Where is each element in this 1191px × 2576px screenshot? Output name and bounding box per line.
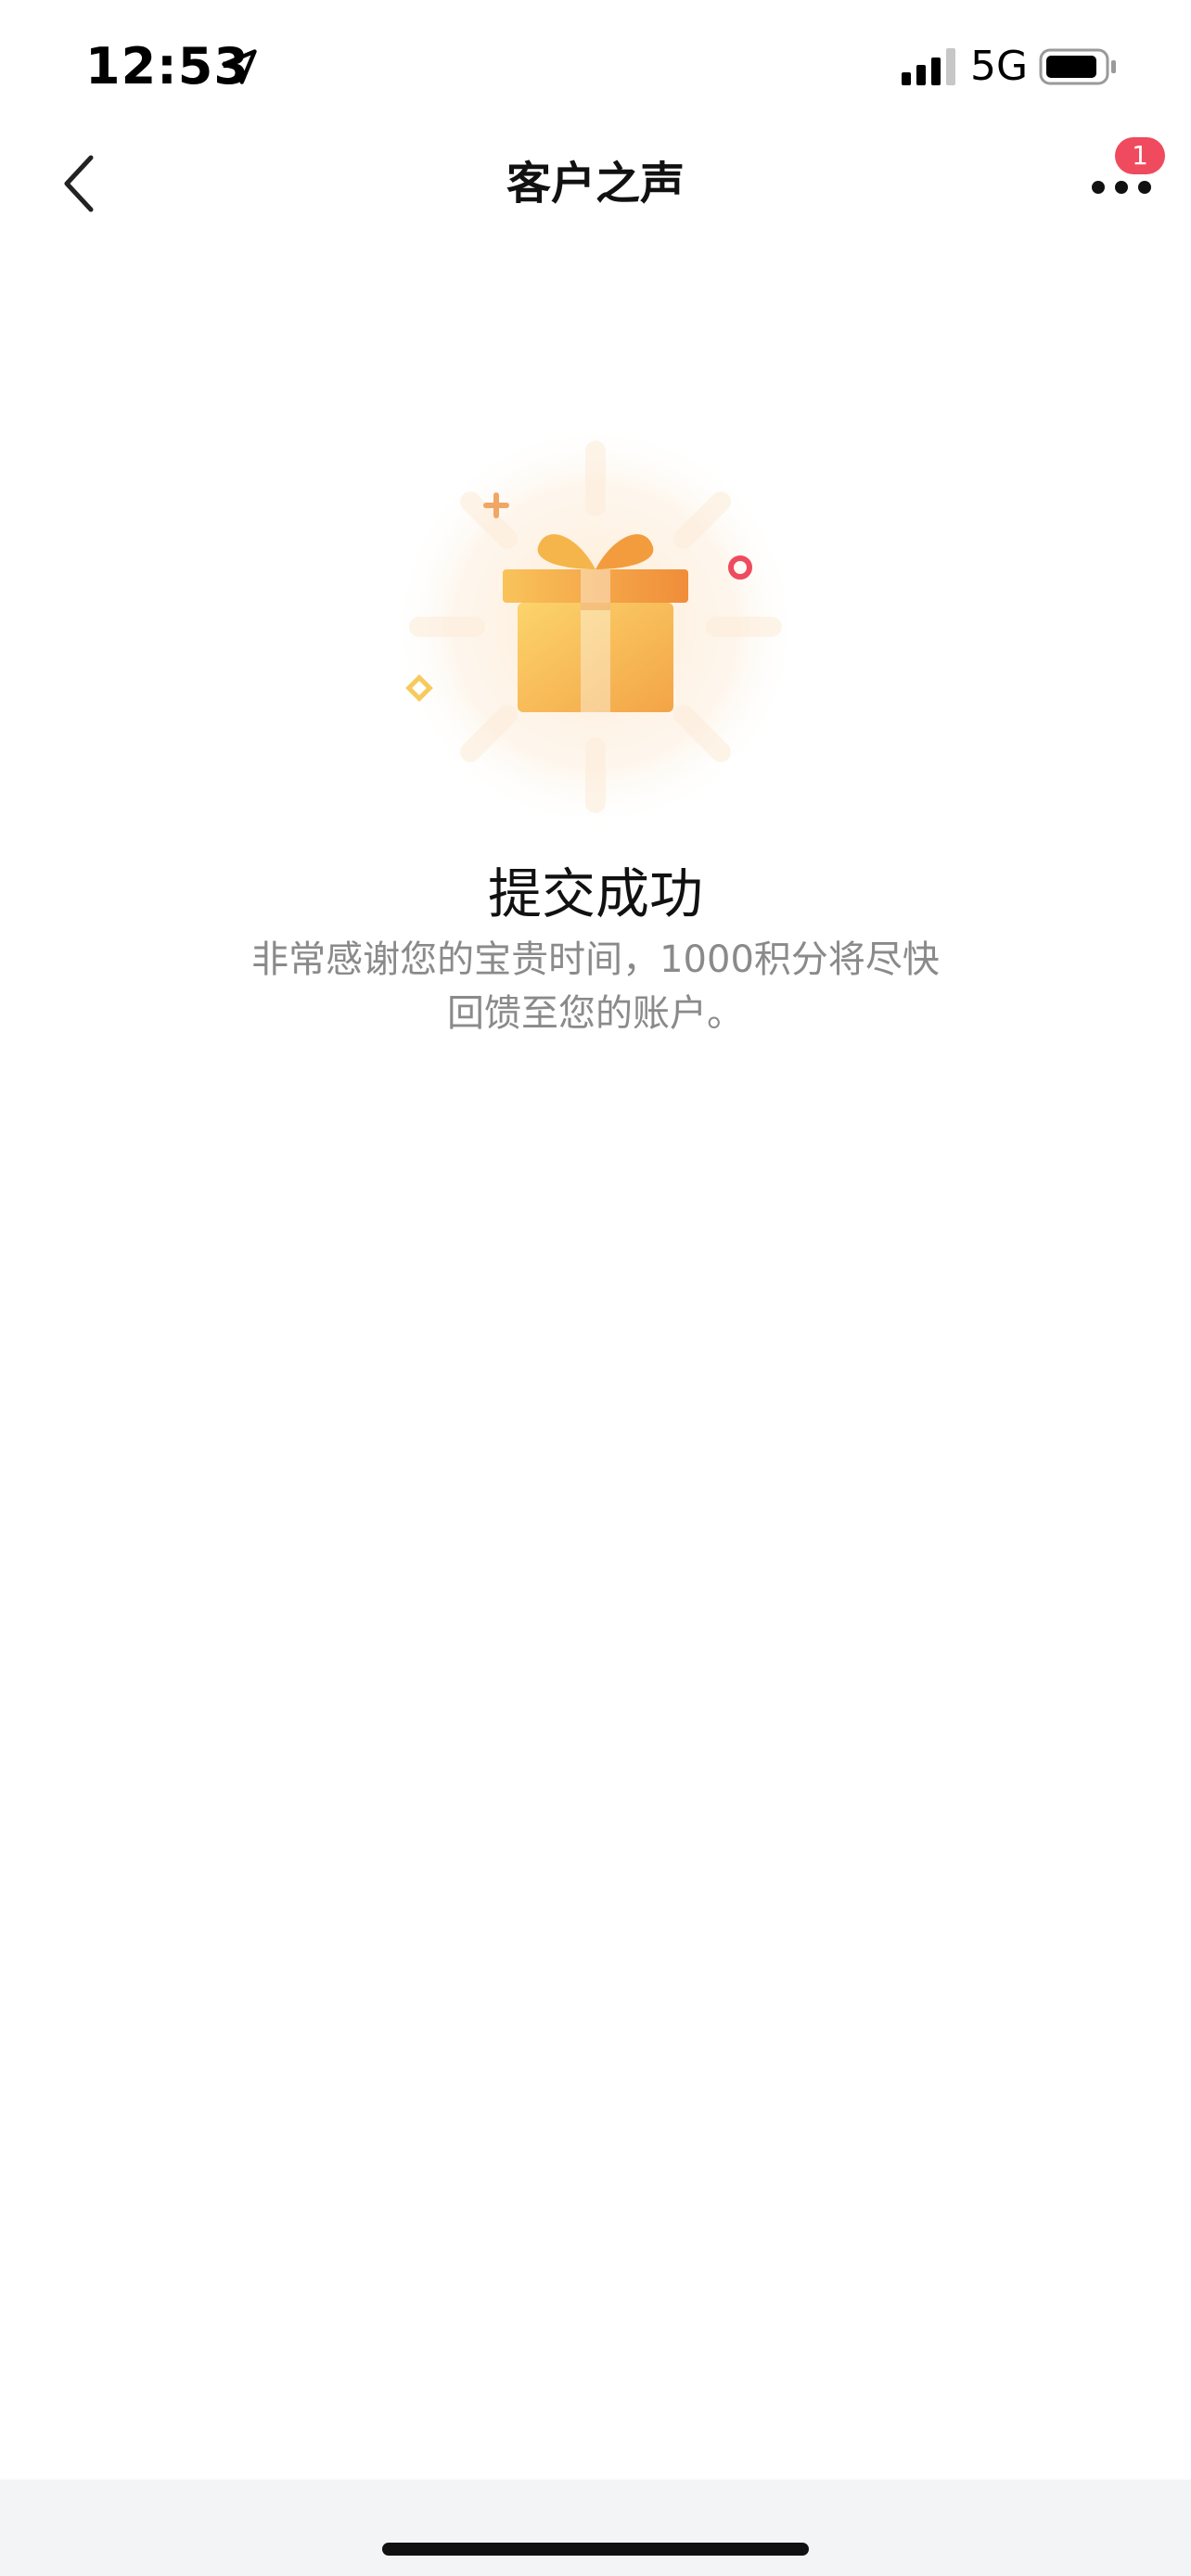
bottom-safe-area [0, 2480, 1191, 2576]
home-indicator[interactable] [382, 2543, 809, 2556]
notification-badge: 1 [1115, 137, 1165, 174]
success-message: 非常感谢您的宝贵时间，1000积分将尽快回馈至您的账户。 [251, 938, 940, 1035]
navigation-bar: 客户之声 1 [0, 130, 1191, 237]
status-bar: 12:53 5G [0, 0, 1191, 130]
signal-icon [902, 48, 955, 85]
success-title: 提交成功 [487, 862, 703, 925]
more-dots-icon [1092, 181, 1151, 194]
network-label: 5G [970, 43, 1029, 90]
chevron-left-icon [64, 155, 94, 212]
back-button[interactable] [48, 150, 115, 217]
page-title: 客户之声 [506, 158, 685, 210]
gift-icon [391, 423, 800, 831]
battery-icon [1039, 48, 1116, 85]
location-arrow-icon [222, 49, 257, 84]
